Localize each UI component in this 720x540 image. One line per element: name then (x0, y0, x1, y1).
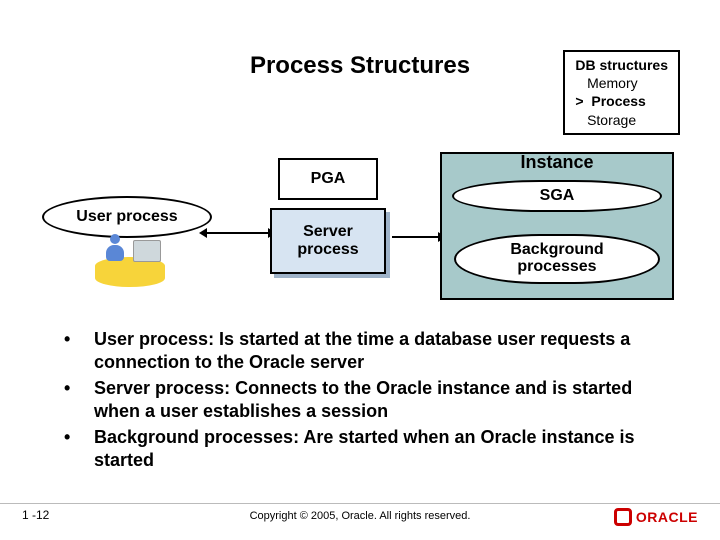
nav-item-storage: Storage (575, 111, 668, 129)
footer-divider (0, 503, 720, 504)
oracle-logo-text: ORACLE (636, 509, 698, 525)
list-item: Server process: Connects to the Oracle i… (54, 377, 680, 422)
sga-label: SGA (452, 180, 662, 212)
background-processes-label: Background processes (454, 234, 660, 284)
nav-box: DB structures Memory > Process Storage (563, 50, 680, 135)
pga-box: PGA (278, 158, 378, 200)
instance-box: Instance SGA Background processes (440, 152, 674, 300)
copyright: Copyright © 2005, Oracle. All rights res… (0, 510, 720, 522)
bullet-list: User process: Is started at the time a d… (54, 328, 680, 475)
connector-user-to-server (205, 232, 270, 234)
oracle-logo-icon (614, 508, 632, 526)
nav-item-memory: Memory (575, 74, 668, 92)
server-process-box: Server process (270, 208, 386, 274)
connector-server-to-instance (392, 236, 440, 238)
user-process-icon (95, 232, 165, 287)
oracle-logo: ORACLE (614, 508, 698, 526)
instance-label: Instance (442, 152, 672, 173)
nav-item-process: > Process (575, 92, 668, 110)
list-item: Background processes: Are started when a… (54, 426, 680, 471)
list-item: User process: Is started at the time a d… (54, 328, 680, 373)
nav-item-db-structures: DB structures (575, 56, 668, 74)
